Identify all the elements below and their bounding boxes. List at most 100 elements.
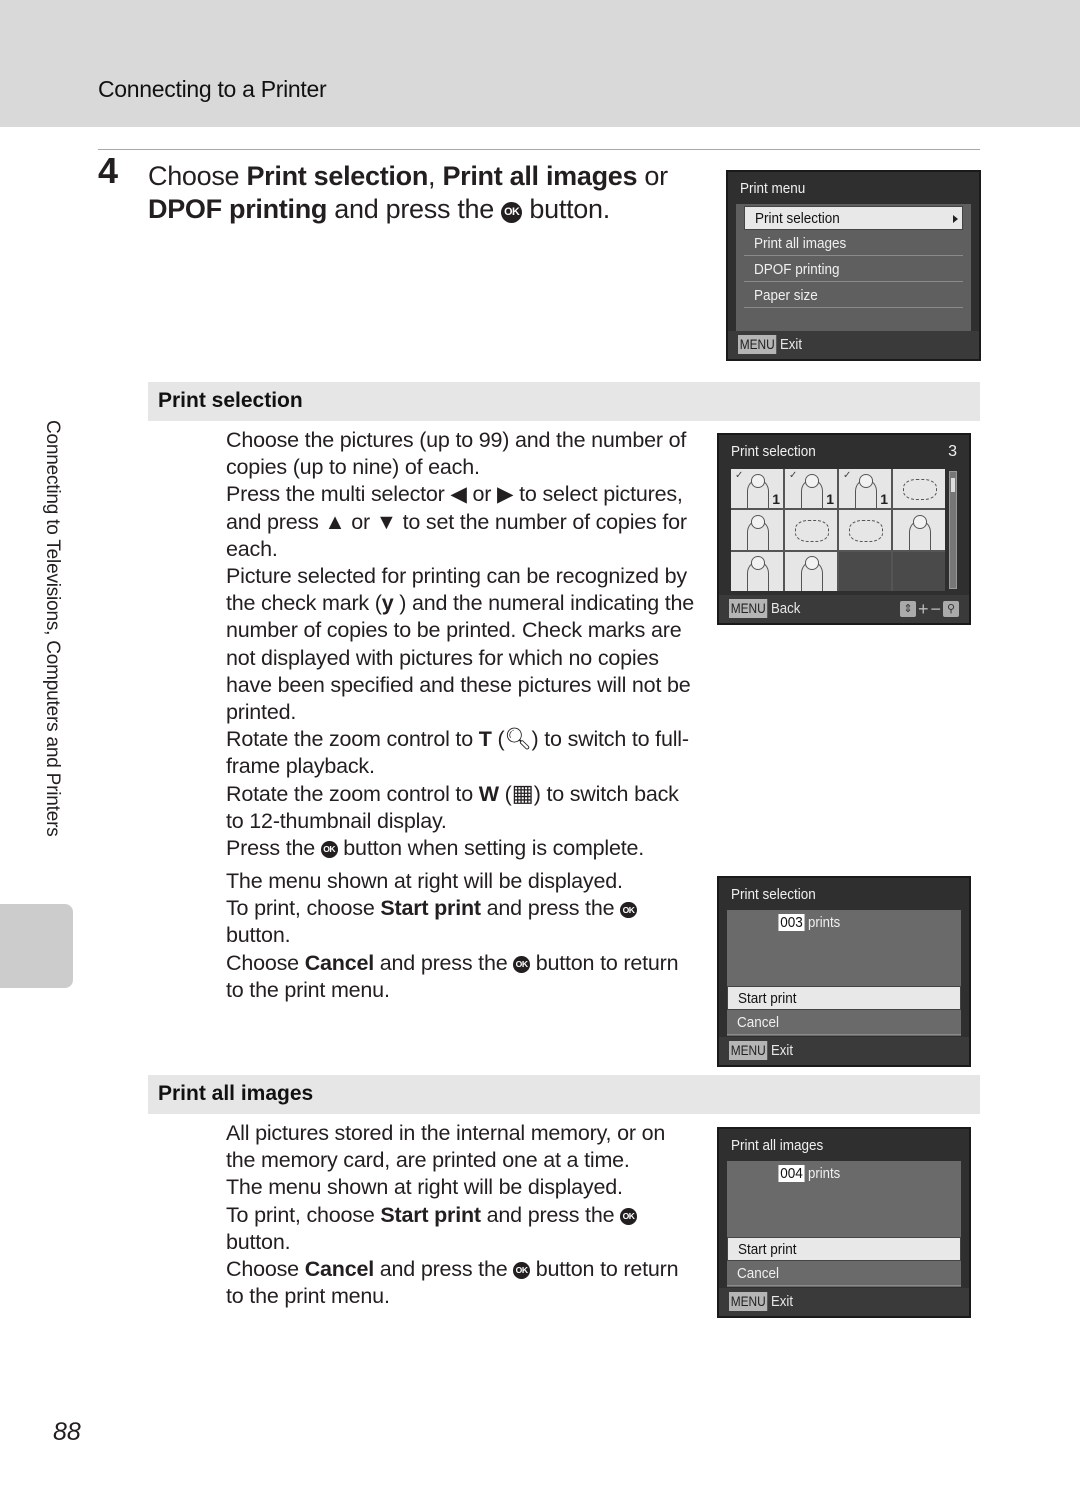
exit-label: Exit: [771, 1042, 794, 1059]
bold-term: Print all images: [442, 161, 638, 191]
thumbnail[interactable]: [731, 510, 783, 550]
thumbnail[interactable]: [839, 510, 891, 550]
menu-item-label: Paper size: [754, 287, 818, 304]
bold-term: DPOF printing: [148, 194, 328, 224]
step-number: 4: [98, 150, 119, 191]
screen-footer: MENU Exit: [728, 331, 979, 359]
print-all-instructions: All pictures stored in the internal memo…: [226, 1120, 696, 1310]
scrollbar[interactable]: [949, 471, 957, 589]
section-heading-text: Print selection: [158, 389, 303, 412]
check-mark-icon: ✓: [735, 470, 744, 481]
thumbnail[interactable]: [893, 510, 945, 550]
option-start-print[interactable]: Start print: [727, 1237, 961, 1261]
text-run: ,: [428, 161, 443, 191]
prints-readout: 004 prints: [777, 1165, 845, 1182]
paragraph: Rotate the zoom control to W (▦) to swit…: [226, 780, 679, 833]
print-menu-screen: Print menu Print selection Print all imag…: [726, 170, 981, 361]
copy-count: 1: [826, 491, 834, 508]
screen-title: Print all images: [731, 1137, 824, 1154]
paragraph: Picture selected for printing can be rec…: [226, 564, 695, 725]
flower-figure: [903, 478, 937, 501]
bold-term: W: [478, 781, 499, 806]
side-tab-label: Connecting to Televisions, Computers and…: [42, 420, 63, 837]
prints-label: prints: [808, 1165, 841, 1182]
screen-title: Print selection: [731, 886, 816, 903]
thumbnail-grid: ✓ 1 ✓ 1 ✓ 1: [731, 469, 945, 591]
plus-icon: +: [917, 598, 929, 619]
ok-button-icon: OK: [501, 201, 523, 223]
thumbnail[interactable]: ✓ 1: [731, 469, 783, 509]
thumbnail[interactable]: [731, 551, 783, 591]
option-label: Start print: [738, 1241, 797, 1258]
screen-footer: MENU Back ⇕ + − ⚲: [719, 595, 969, 623]
thumbnail[interactable]: [785, 510, 837, 550]
menu-button-icon: MENU: [729, 599, 768, 618]
menu-item[interactable]: DPOF printing: [744, 258, 963, 282]
ok-button-icon: OK: [513, 1262, 530, 1280]
person-head: [750, 515, 766, 529]
menu-item[interactable]: Paper size: [744, 284, 963, 308]
check-mark-icon: ✓: [789, 470, 798, 481]
copy-count: 1: [880, 491, 888, 508]
thumbnail[interactable]: [893, 469, 945, 509]
thumbnail: [839, 551, 891, 591]
option-cancel[interactable]: Cancel: [727, 1011, 961, 1035]
prints-count: 004: [778, 1165, 805, 1182]
bold-term: Print selection: [246, 161, 429, 191]
person-head: [750, 473, 766, 488]
bold-term: y: [381, 591, 394, 616]
print-selection-instructions: Choose the pictures (up to 99) and the n…: [226, 427, 696, 862]
menu-button-icon: MENU: [729, 1292, 768, 1311]
paragraph: Press the multi selector ◀ or ▶ to selec…: [226, 482, 687, 561]
thumbnail-icon: ▦: [511, 780, 534, 807]
menu-item[interactable]: Print all images: [744, 232, 963, 256]
thumbnail[interactable]: ✓ 1: [839, 469, 891, 509]
selected-count: 3: [948, 443, 957, 460]
paragraph: The menu shown at right will be displaye…: [226, 869, 623, 893]
paragraph: Choose Cancel and press the OK button to…: [226, 1257, 679, 1309]
screen-footer: MENU Exit: [719, 1288, 969, 1316]
flower-figure: [849, 520, 883, 542]
print-selection-confirm-instructions: The menu shown at right will be displaye…: [226, 868, 696, 1004]
thumbnail[interactable]: [785, 551, 837, 591]
option-cancel[interactable]: Cancel: [727, 1262, 961, 1286]
left-arrow-icon: ◀: [450, 482, 467, 507]
text-run: button.: [522, 194, 610, 224]
section-heading-print-selection: Print selection: [148, 382, 980, 421]
print-selection-confirm-screen: Print selection 003 prints Start print Cance…: [717, 876, 971, 1067]
menu-button-icon: MENU: [738, 335, 777, 354]
menu-button-icon: MENU: [729, 1041, 768, 1060]
menu-item[interactable]: Print selection: [744, 206, 963, 230]
text-run: or: [637, 161, 668, 191]
chapter-header-band: [0, 0, 1080, 127]
paragraph: Rotate the zoom control to T (🔍︎) to swi…: [226, 727, 689, 779]
paragraph: The menu shown at right will be displaye…: [226, 1175, 623, 1200]
screen-footer: MENU Exit: [719, 1037, 969, 1065]
prints-readout: 003 prints: [777, 914, 845, 931]
option-label: Cancel: [737, 1014, 780, 1031]
screen-body: 003 prints Start print Cancel: [727, 910, 961, 1036]
section-heading-text: Print all images: [158, 1082, 314, 1105]
menu-item-label: DPOF printing: [754, 261, 840, 278]
option-label: Start print: [738, 990, 797, 1007]
print-all-confirm-screen: Print all images 004 prints Start print Canc…: [717, 1127, 971, 1318]
option-start-print[interactable]: Start print: [727, 986, 961, 1010]
thumbnail[interactable]: ✓ 1: [785, 469, 837, 509]
text-run: and press the: [327, 194, 502, 224]
person-head: [858, 473, 874, 488]
thumbnail: [893, 551, 945, 591]
person-head: [912, 515, 928, 529]
down-arrow-icon: ▼: [375, 509, 397, 534]
print-selection-thumbnail-screen: Print selection 3 ✓ 1 ✓ 1 ✓ 1 MENU Back ⇕ + −…: [717, 433, 971, 625]
menu-item-label: Print all images: [754, 235, 847, 252]
prints-label: prints: [808, 914, 841, 931]
exit-label: Exit: [771, 1293, 794, 1310]
screen-title: Print menu: [740, 180, 806, 197]
right-arrow-icon: ▶: [497, 482, 514, 507]
side-tab: [0, 904, 73, 988]
paragraph: To print, choose Start print and press t…: [226, 1202, 696, 1256]
flower-figure: [795, 520, 829, 542]
screen-body: 004 prints Start print Cancel: [727, 1161, 961, 1287]
text-run: Choose: [148, 161, 247, 191]
option-label: Cancel: [737, 1265, 780, 1282]
